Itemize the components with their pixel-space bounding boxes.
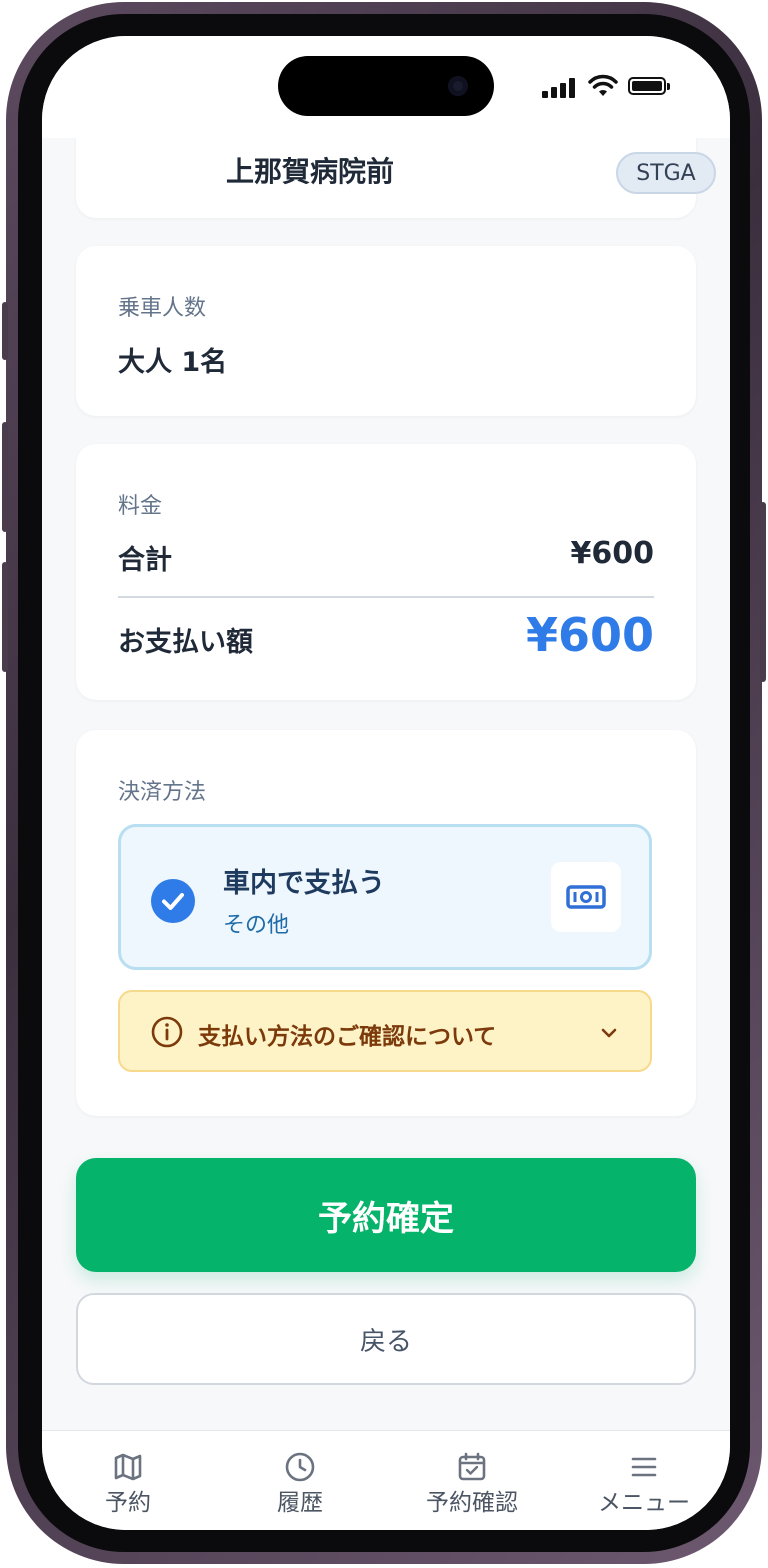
tab-reservation-check-label: 予約確認 (426, 1490, 518, 1516)
payment-method-label: 決済方法 (118, 780, 207, 805)
tab-history[interactable]: 履歴 (214, 1431, 386, 1530)
tab-reserve[interactable]: 予約 (42, 1431, 214, 1530)
total-value: ¥600 (570, 536, 655, 571)
tab-reservation-check[interactable]: 予約確認 (386, 1431, 558, 1530)
total-label: 合計 (118, 545, 172, 576)
payment-option-title: 車内で支払う (223, 868, 385, 899)
fare-divider (118, 596, 654, 598)
cash-icon-container (551, 862, 621, 932)
fare-card: 料金 合計 ¥600 お支払い額 ¥600 (76, 444, 696, 700)
payment-notice-text: 支払い方法のご確認について (198, 1024, 497, 1050)
passengers-card: 乗車人数 大人 1名 (76, 246, 696, 416)
action-button (2, 302, 8, 360)
wifi-icon (588, 74, 618, 96)
confirm-reservation-button[interactable]: 予約確定 (76, 1158, 696, 1272)
camera-icon (448, 76, 468, 96)
tab-menu-label: メニュー (598, 1490, 690, 1516)
clock-icon (285, 1452, 315, 1482)
tab-reserve-label: 予約 (105, 1490, 151, 1516)
info-icon (151, 1016, 183, 1048)
bottom-tab-bar: 予約 履歴 予約確認 メニュー (42, 1430, 730, 1530)
payment-option-onboard[interactable]: 車内で支払う その他 (118, 824, 652, 970)
environment-badge: STGA (616, 152, 716, 194)
payment-amount-label: お支払い額 (118, 627, 253, 658)
volume-down-button (2, 562, 8, 672)
payment-amount-value: ¥600 (525, 608, 654, 662)
calendar-check-icon (458, 1452, 486, 1481)
tab-history-label: 履歴 (277, 1490, 323, 1516)
passengers-value: 大人 1名 (118, 347, 228, 378)
payment-option-subtitle: その他 (223, 913, 290, 938)
map-icon (114, 1453, 142, 1481)
menu-icon (631, 1457, 657, 1477)
passengers-label: 乗車人数 (118, 296, 207, 321)
dynamic-island (278, 56, 494, 116)
volume-up-button (2, 422, 8, 532)
chevron-down-icon (601, 1028, 617, 1038)
back-button[interactable]: 戻る (76, 1293, 696, 1385)
status-bar (42, 36, 730, 138)
battery-icon (628, 77, 670, 95)
payment-method-card: 決済方法 車内で支払う その他 支払い方法のご確認について (76, 730, 696, 1116)
tab-menu[interactable]: メニュー (558, 1431, 730, 1530)
power-button (760, 502, 766, 682)
cellular-signal-icon (542, 78, 576, 98)
payment-notice-toggle[interactable]: 支払い方法のご確認について (118, 990, 652, 1072)
stop-name: 上那賀病院前 (226, 155, 395, 188)
screen: 上那賀病院前 STGA 乗車人数 大人 1名 料金 合計 ¥600 お支払い額 … (42, 36, 730, 1530)
fare-label: 料金 (118, 494, 163, 519)
check-circle-icon (151, 879, 195, 923)
cash-icon (566, 885, 606, 909)
